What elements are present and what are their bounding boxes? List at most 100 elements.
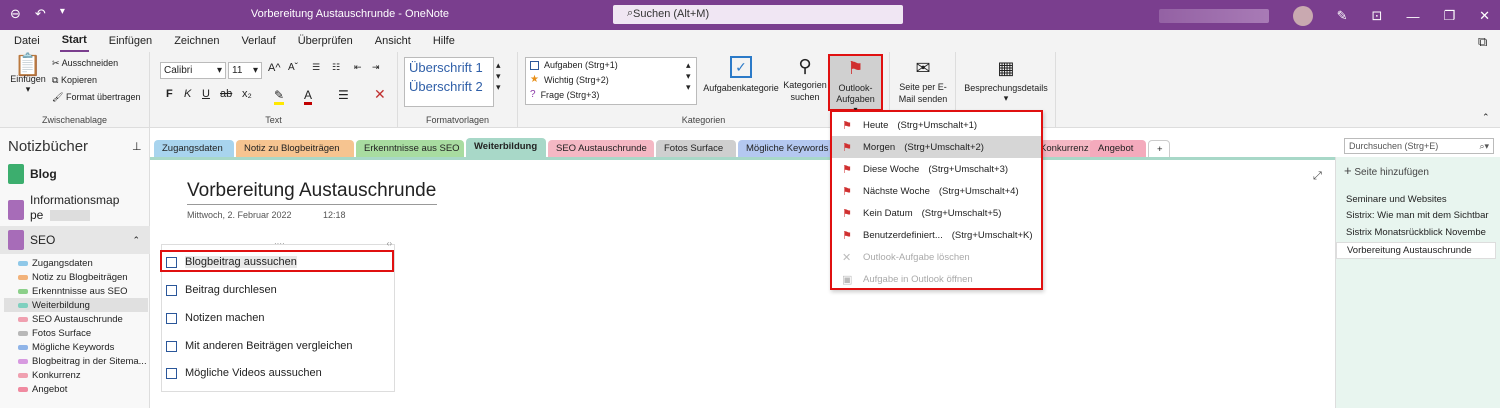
section-weiterbildung[interactable]: Weiterbildung [4, 298, 148, 312]
dd-no-date[interactable]: ⚑ Kein Datum (Strg+Umschalt+5) [832, 202, 1041, 224]
font-size-select[interactable]: 11 ▾ [228, 62, 262, 79]
font-name-select[interactable]: Calibri ▾ [160, 62, 226, 79]
styles-scroll-icon[interactable]: ▴ ▾ ▾ [496, 60, 501, 93]
search-categories-button[interactable]: ⚲ Kategorien suchen [782, 56, 828, 103]
dd-next-week[interactable]: ⚑ Nächste Woche (Strg+Umschalt+4) [832, 180, 1041, 202]
section-zugangsdaten[interactable]: Zugangsdaten [18, 256, 148, 270]
highlight-icon[interactable]: ✎ [274, 88, 285, 105]
dd-this-week[interactable]: ⚑ Diese Woche (Strg+Umschalt+3) [832, 158, 1041, 180]
section-erkenntnisse[interactable]: Erkenntnisse aus SEO [18, 284, 148, 298]
shrink-font-icon[interactable]: Aˇ [288, 62, 298, 73]
font-color-icon[interactable]: A [304, 88, 313, 105]
add-section-tab[interactable]: + [1148, 140, 1170, 158]
bold-icon[interactable]: F [166, 88, 173, 100]
drag-handle-icon[interactable]: ···· [274, 239, 285, 248]
pin-icon[interactable]: ⊥ [132, 140, 142, 153]
tag-tasks[interactable]: Aufgaben (Strg+1) [526, 58, 696, 72]
meeting-details-button[interactable]: ▦ Besprechungsdetails ▾ [960, 58, 1052, 104]
page-item-active[interactable]: Vorbereitung Austauschrunde [1336, 242, 1496, 259]
checkbox[interactable] [166, 284, 177, 296]
search-box[interactable]: ⌕ Suchen (Alt+M) [613, 5, 903, 24]
task-category-button[interactable]: ✓ Aufgabenkategorie [700, 56, 782, 93]
menu-ansicht[interactable]: Ansicht [373, 31, 413, 51]
page-search-input[interactable]: Durchsuchen (Strg+E) ⌕▾ [1344, 138, 1494, 154]
menu-einfuegen[interactable]: Einfügen [107, 31, 154, 51]
outdent-icon[interactable]: ⇤ [354, 62, 362, 73]
chevron-up-icon[interactable]: ⌃ [132, 235, 140, 246]
todo-item[interactable]: Mögliche Videos aussuchen [166, 367, 322, 379]
outlook-tasks-button[interactable]: ⚑ Outlook-Aufgaben ▾ [828, 54, 883, 114]
style-heading1[interactable]: Überschrift 1 [405, 58, 493, 77]
tab-angebot[interactable]: Angebot [1090, 140, 1146, 158]
notebook-seo[interactable]: SEO ⌃ [0, 226, 150, 254]
menu-hilfe[interactable]: Hilfe [431, 31, 457, 51]
section-seo-austauschrunde[interactable]: SEO Austauschrunde [18, 312, 148, 326]
paste-button[interactable]: 📋 Einfügen ▾ [8, 54, 48, 95]
todo-item[interactable]: Mit anderen Beiträgen vergleichen [166, 340, 353, 352]
notebook-informationsmappe[interactable]: Informationsmappe [0, 190, 150, 230]
page-title[interactable]: Vorbereitung Austauschrunde [187, 180, 437, 205]
tab-zugangsdaten[interactable]: Zugangsdaten [154, 140, 234, 158]
checkbox[interactable] [166, 312, 177, 324]
add-page-button[interactable]: + Seite hinzufügen [1344, 163, 1429, 178]
notebook-view-icon[interactable]: ⧉ [1478, 34, 1487, 50]
tab-konkurrenz[interactable]: Konkurrenz [1040, 140, 1094, 158]
page-canvas[interactable]: Vorbereitung Austauschrunde Mittwoch, 2.… [150, 157, 1335, 408]
indent-icon[interactable]: ⇥ [372, 62, 380, 73]
menu-zeichnen[interactable]: Zeichnen [172, 31, 221, 51]
ribbon-display-icon[interactable]: ⊡ [1372, 8, 1383, 24]
todo-item[interactable]: Beitrag durchlesen [166, 284, 277, 296]
close-icon[interactable]: ✕ [1479, 8, 1490, 24]
tags-scroll-icon[interactable]: ▴ ▾ ▾ [686, 60, 691, 93]
tags-gallery[interactable]: Aufgaben (Strg+1) ★ Wichtig (Strg+2) ? Fra… [525, 57, 697, 105]
tab-weiterbildung[interactable]: Weiterbildung [466, 138, 546, 158]
menu-verlauf[interactable]: Verlauf [239, 31, 277, 51]
dd-custom[interactable]: ⚑ Benutzerdefiniert... (Strg+Umschalt+K) [832, 224, 1041, 246]
minimize-icon[interactable]: — [1406, 9, 1419, 24]
page-item[interactable]: Seminare und Websites [1346, 194, 1496, 205]
bullets-icon[interactable]: ☰ [312, 62, 320, 73]
section-fotos[interactable]: Fotos Surface [18, 326, 148, 340]
notebook-blog[interactable]: Blog [0, 160, 150, 188]
section-keywords[interactable]: Mögliche Keywords [18, 340, 148, 354]
tag-important[interactable]: ★ Wichtig (Strg+2) [526, 72, 696, 87]
section-konkurrenz[interactable]: Konkurrenz [18, 368, 148, 382]
styles-gallery[interactable]: Überschrift 1 Überschrift 2 [404, 57, 494, 107]
italic-icon[interactable]: K [184, 88, 191, 100]
menu-start[interactable]: Start [59, 30, 89, 52]
menu-ueberpruefen[interactable]: Überprüfen [296, 31, 355, 51]
section-notiz[interactable]: Notiz zu Blogbeiträgen [18, 270, 148, 284]
todo-item[interactable]: Notizen machen [166, 312, 265, 324]
page-item[interactable]: Sistrix: Wie man mit dem Sichtbar [1346, 210, 1496, 221]
collapse-ribbon-icon[interactable]: ⌃ [1482, 112, 1490, 123]
tab-notiz[interactable]: Notiz zu Blogbeiträgen [236, 140, 354, 158]
underline-icon[interactable]: U [202, 88, 210, 100]
restore-icon[interactable]: ❐ [1443, 8, 1455, 24]
checkbox[interactable] [166, 340, 177, 352]
checkbox[interactable] [166, 367, 177, 379]
format-painter-button[interactable]: 🖌 Format übertragen [52, 92, 141, 103]
strikethrough-icon[interactable]: ab [220, 88, 232, 100]
email-page-button[interactable]: ✉ Seite per E-Mail senden [894, 58, 952, 105]
pen-icon[interactable]: ✎ [1337, 8, 1348, 24]
section-blogbeitrag[interactable]: Blogbeitrag in der Sitema... [18, 354, 148, 368]
tag-question[interactable]: ? Frage (Strg+3) [526, 87, 696, 102]
expand-icon[interactable]: ⤢ [1313, 170, 1322, 183]
align-icon[interactable]: ☰ [338, 88, 349, 102]
numbering-icon[interactable]: ☷ [332, 62, 340, 73]
section-angebot[interactable]: Angebot [18, 382, 148, 396]
clear-format-icon[interactable]: ✕ [374, 86, 386, 103]
resize-handle-icon[interactable]: ‹› [387, 239, 392, 248]
cut-button[interactable]: ✂ Ausschneiden [52, 58, 118, 69]
copy-button[interactable]: ⧉ Kopieren [52, 75, 97, 86]
tab-seo-austauschrunde[interactable]: SEO Austauschrunde [548, 140, 654, 158]
style-heading2[interactable]: Überschrift 2 [405, 77, 493, 96]
tab-keywords[interactable]: Mögliche Keywords [738, 140, 838, 158]
grow-font-icon[interactable]: A^ [268, 62, 281, 74]
tab-erkenntnisse[interactable]: Erkenntnisse aus SEO [356, 140, 464, 158]
page-item[interactable]: Sistrix Monatsrückblick Novembe [1346, 227, 1496, 238]
menu-datei[interactable]: Datei [12, 31, 42, 51]
search-icon[interactable]: ⌕▾ [1479, 141, 1489, 152]
dd-tomorrow[interactable]: ⚑ Morgen (Strg+Umschalt+2) [832, 136, 1041, 158]
tab-fotos[interactable]: Fotos Surface [656, 140, 736, 158]
